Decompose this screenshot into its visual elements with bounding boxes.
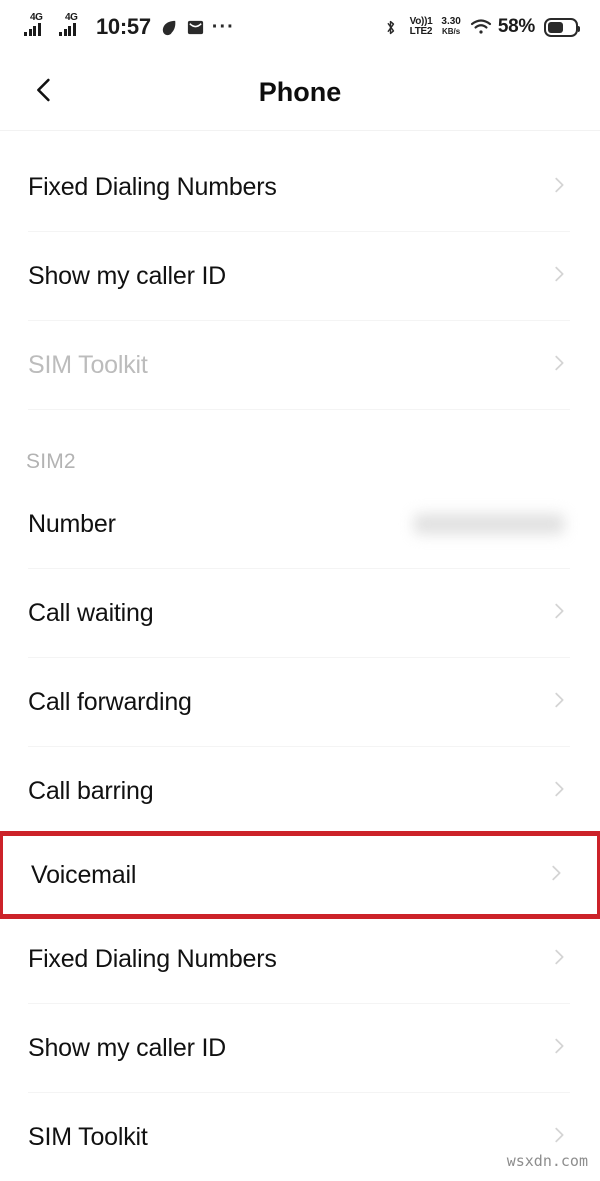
list-item-show-my-caller-id[interactable]: Show my caller ID xyxy=(0,1004,600,1092)
list-item-label: Number xyxy=(28,509,116,538)
list-item-call-forwarding[interactable]: Call forwarding xyxy=(0,658,600,746)
list-item-voicemail[interactable]: Voicemail xyxy=(0,831,600,919)
chevron-right-icon xyxy=(548,352,570,379)
list-item-fixed-dialing-numbers[interactable]: Fixed Dialing Numbers xyxy=(0,915,600,1003)
watermark: wsxdn.com xyxy=(506,1152,588,1170)
bluetooth-icon xyxy=(382,18,401,37)
lte-label-line2: LTE2 xyxy=(409,26,433,37)
app-header: Phone xyxy=(0,54,600,131)
list-item-show-my-caller-id[interactable]: Show my caller ID xyxy=(0,232,600,320)
status-bar: 4G 4G 10:57 ··· Vo))1 LTE2 3.30 KB/s 58% xyxy=(0,0,600,54)
envelope-icon xyxy=(186,18,205,37)
back-button[interactable] xyxy=(22,70,66,114)
list-item-call-barring[interactable]: Call barring xyxy=(0,747,600,835)
list-item-label: Voicemail xyxy=(31,860,137,889)
volte-indicator: Vo))1 LTE2 xyxy=(410,17,433,37)
network-generation-label-sim2: 4G xyxy=(65,12,78,23)
list-item-label: Fixed Dialing Numbers xyxy=(28,172,277,201)
battery-percent-label: 58% xyxy=(497,16,535,37)
chevron-right-icon xyxy=(548,600,570,627)
redacted-phone-number-value xyxy=(414,514,564,534)
signal-bars-icon-sim1: 4G xyxy=(24,12,52,40)
wifi-icon xyxy=(470,18,491,37)
section-header-label: SIM2 xyxy=(26,450,76,473)
list-item-label: Call waiting xyxy=(28,598,154,627)
list-item-label: SIM Toolkit xyxy=(28,350,148,379)
chevron-right-icon xyxy=(548,1124,570,1151)
list-item-number[interactable]: Number xyxy=(0,480,600,568)
list-item-label: Show my caller ID xyxy=(28,1033,227,1062)
battery-icon xyxy=(544,17,580,37)
status-bar-left: 4G 4G 10:57 ··· xyxy=(24,12,235,40)
data-rate-unit: KB/s xyxy=(442,27,461,36)
status-bar-right: Vo))1 LTE2 3.30 KB/s 58% xyxy=(382,16,580,38)
chevron-right-icon xyxy=(548,689,570,716)
signal-bars-icon-sim2: 4G xyxy=(59,12,87,40)
list-item-call-waiting[interactable]: Call waiting xyxy=(0,569,600,657)
data-rate-value: 3.30 xyxy=(441,16,461,27)
list-item-label: Call forwarding xyxy=(28,687,192,716)
chevron-right-icon xyxy=(548,778,570,805)
data-rate-indicator: 3.30 KB/s xyxy=(441,17,460,37)
chevron-right-icon xyxy=(548,263,570,290)
back-chevron-icon xyxy=(29,75,59,110)
chevron-right-icon xyxy=(548,1035,570,1062)
status-bar-overflow-icon: ··· xyxy=(211,16,235,38)
list-item-sim-toolkit: SIM Toolkit xyxy=(0,321,600,409)
list-item-label: Show my caller ID xyxy=(28,261,227,290)
network-generation-label-sim1: 4G xyxy=(30,12,43,23)
list-item-label: SIM Toolkit xyxy=(28,1122,148,1151)
chevron-right-icon xyxy=(548,946,570,973)
status-bar-clock: 10:57 xyxy=(96,14,151,39)
page-title: Phone xyxy=(258,76,342,107)
section-header-sim2: SIM2 xyxy=(0,410,600,480)
chevron-right-icon xyxy=(548,174,570,201)
alarm-leaf-icon xyxy=(160,18,179,37)
list-item-fixed-dialing-numbers[interactable]: Fixed Dialing Numbers xyxy=(0,143,600,231)
list-item-label: Call barring xyxy=(28,776,154,805)
settings-list: Fixed Dialing Numbers Show my caller ID SI… xyxy=(0,131,600,1181)
chevron-right-icon xyxy=(545,862,567,889)
list-item-label: Fixed Dialing Numbers xyxy=(28,944,277,973)
